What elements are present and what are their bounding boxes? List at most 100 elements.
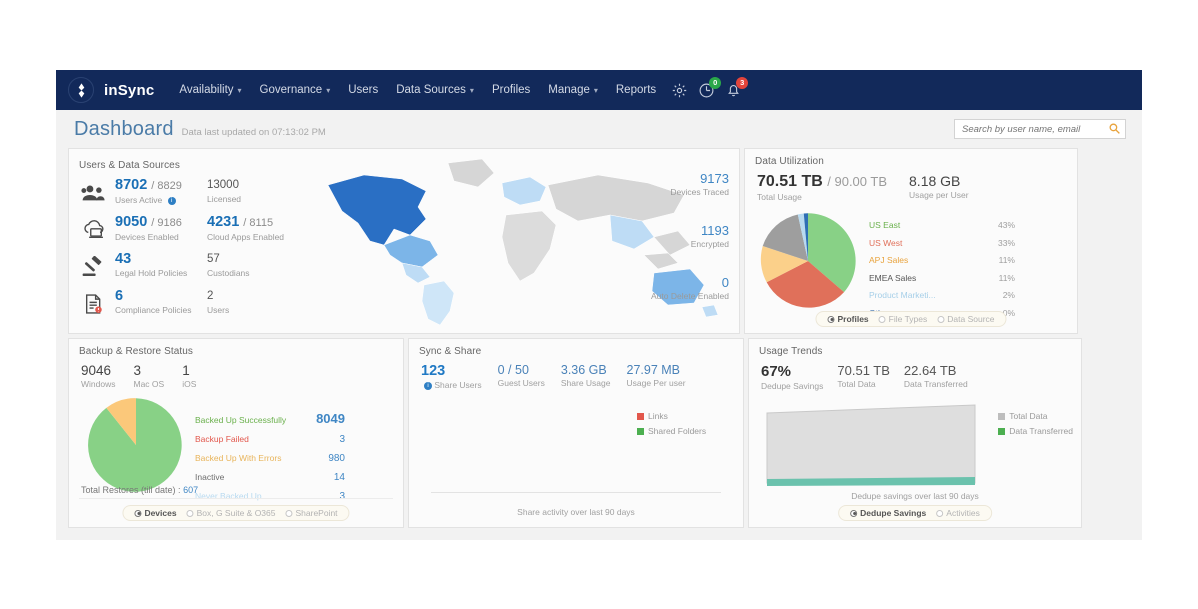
legend-item[interactable]: US West 33% xyxy=(869,238,1015,248)
legend-item[interactable]: Shared Folders xyxy=(637,426,706,436)
chevron-down-icon: ▾ xyxy=(469,85,474,95)
legend-item[interactable]: Backed Up Successfully 8049 xyxy=(195,411,345,426)
users-active-total: / 8829 xyxy=(151,180,182,192)
stat-legal-hold-policies[interactable]: 43 Legal Hold Policies xyxy=(115,251,207,279)
legend-item[interactable]: Backed Up With Errors 980 xyxy=(195,453,345,464)
encrypted-label: Encrypted xyxy=(690,239,729,249)
utilization-pie-chart[interactable] xyxy=(755,208,861,314)
gear-icon[interactable] xyxy=(671,82,688,99)
dashboard-row-bottom: Backup & Restore Status 9046 Windows 3 M… xyxy=(68,338,1130,528)
nav-item-data-sources[interactable]: Data Sources ▾ xyxy=(387,70,483,110)
legend-label: Total Data xyxy=(1009,411,1048,421)
info-icon[interactable]: i xyxy=(167,197,176,205)
data-transferred-label: Data Transferred xyxy=(903,379,968,389)
activity-clock-icon[interactable]: 0 xyxy=(698,76,722,99)
metric-encrypted: 1193 Encrypted xyxy=(651,223,729,249)
usage-area-chart[interactable] xyxy=(765,401,977,491)
compliance-value: 6 xyxy=(115,288,124,304)
macos-label: Mac OS xyxy=(133,379,165,389)
radio-box-gsuite-o365[interactable]: Box, G Suite & O365 xyxy=(182,508,281,518)
radio-data-source[interactable]: Data Source xyxy=(932,314,999,324)
legend-item[interactable]: Backup Failed 3 xyxy=(195,434,345,445)
legal-hold-value: 43 xyxy=(115,251,132,267)
windows-value: 9046 xyxy=(81,363,112,378)
devices-traced-value: 9173 xyxy=(700,171,729,186)
chevron-down-icon: ▾ xyxy=(593,85,598,95)
radio-dedupe-savings[interactable]: Dedupe Savings xyxy=(845,508,931,518)
legend-label: US West xyxy=(869,237,903,248)
search-box xyxy=(954,119,1126,140)
card-title-sync: Sync & Share xyxy=(419,346,482,357)
legend-value: 2% xyxy=(1002,290,1015,300)
info-icon[interactable]: i xyxy=(424,382,432,390)
legend-value: 8049 xyxy=(316,411,345,426)
legend-item[interactable]: Never Backed Up 3 xyxy=(195,491,345,502)
radio-activities[interactable]: Activities xyxy=(931,508,985,518)
devices-enabled-total: / 9186 xyxy=(151,217,182,229)
legend-item[interactable]: US East 43% xyxy=(869,220,1015,230)
legend-label: Links xyxy=(648,411,668,421)
backup-legend: Backed Up Successfully 8049 Backup Faile… xyxy=(195,411,345,510)
nav-item-manage[interactable]: Manage ▾ xyxy=(539,70,607,110)
activity-badge: 0 xyxy=(709,76,722,89)
radio-icon xyxy=(937,315,945,323)
usage-per-user-label: Usage Per user xyxy=(626,378,686,388)
cloud-apps-total: / 8115 xyxy=(243,217,274,229)
insync-logo-icon[interactable] xyxy=(68,77,94,103)
kpi-usage-per-user: 27.97 MB Usage Per user xyxy=(627,363,686,390)
nav-item-reports[interactable]: Reports xyxy=(607,70,665,110)
stat-compliance-policies[interactable]: 6 Compliance Policies xyxy=(115,288,207,316)
nav-item-profiles[interactable]: Profiles xyxy=(483,70,539,110)
legend-item[interactable]: Links xyxy=(637,411,706,421)
world-map[interactable]: 9173 Devices Traced 1193 Encrypted 0 Aut… xyxy=(297,149,739,333)
legend-label: APJ Sales xyxy=(869,255,909,265)
licensed-label: Licensed xyxy=(207,194,242,204)
kpi-share-users: 123 i Share Users xyxy=(421,363,482,390)
radio-label: Data Source xyxy=(947,314,995,324)
backup-pie-chart[interactable] xyxy=(81,393,191,497)
page-title: Dashboard xyxy=(74,117,174,140)
radio-profiles[interactable]: Profiles xyxy=(822,314,873,324)
top-navigation-bar: inSync Availability ▾ Governance ▾ Users… xyxy=(56,70,1142,110)
chevron-down-icon: ▾ xyxy=(326,85,331,95)
total-restores-value: 607 xyxy=(183,485,199,495)
nav-label: Manage xyxy=(548,84,590,96)
compliance-users-value: 2 xyxy=(207,290,214,302)
legend-item[interactable]: Product Marketi... 2% xyxy=(869,290,1015,300)
nav-label: Governance xyxy=(259,84,323,96)
card-title-backup: Backup & Restore Status xyxy=(79,346,194,357)
radio-file-types[interactable]: File Types xyxy=(874,314,933,324)
nav-item-availability[interactable]: Availability ▾ xyxy=(170,70,250,110)
radio-sharepoint[interactable]: SharePoint xyxy=(280,508,342,518)
chevron-down-icon: ▾ xyxy=(237,85,242,95)
stat-devices-enabled[interactable]: 9050 / 9186 Devices Enabled xyxy=(115,215,207,243)
brand-name[interactable]: inSync xyxy=(104,82,154,99)
custodians-value: 57 xyxy=(207,253,220,265)
stat-cloud-apps-enabled[interactable]: 4231 / 8115 Cloud Apps Enabled xyxy=(207,215,299,243)
legend-item[interactable]: Inactive 14 xyxy=(195,472,345,483)
nav-item-governance[interactable]: Governance ▾ xyxy=(251,70,340,110)
legend-label: Backed Up Successfully xyxy=(195,415,287,425)
nav-item-users[interactable]: Users xyxy=(339,70,387,110)
page-header: Dashboard Data last updated on 07:13:02 … xyxy=(56,110,1142,148)
cloud-device-icon xyxy=(79,215,109,245)
radio-label: Dedupe Savings xyxy=(860,508,927,518)
usage-per-user-value: 27.97 MB xyxy=(626,363,681,377)
search-input[interactable] xyxy=(954,119,1126,140)
magnifier-icon[interactable] xyxy=(1108,122,1121,135)
devices-traced-label: Devices Traced xyxy=(670,187,729,197)
legend-item[interactable]: APJ Sales 11% xyxy=(869,255,1015,265)
compliance-users-label: Users xyxy=(207,305,230,315)
dashboard-grid: Users & Data Sources 8702 / 8829 Users A… xyxy=(56,148,1142,540)
people-icon xyxy=(79,178,109,208)
usage-per-user-value: 8.18 GB xyxy=(909,173,961,189)
legend-item[interactable]: Data Transferred xyxy=(998,426,1073,436)
radio-devices[interactable]: Devices xyxy=(129,508,181,518)
users-stats-column: Users & Data Sources 8702 / 8829 Users A… xyxy=(69,149,297,333)
legend-item[interactable]: EMEA Sales 11% xyxy=(869,273,1015,283)
alerts-badge: 3 xyxy=(736,76,749,89)
legend-item[interactable]: Total Data xyxy=(998,411,1073,421)
stat-users-active[interactable]: 8702 / 8829 Users Active i xyxy=(115,178,207,205)
legend-swatch xyxy=(998,412,1006,420)
bell-icon[interactable]: 3 xyxy=(725,76,749,99)
